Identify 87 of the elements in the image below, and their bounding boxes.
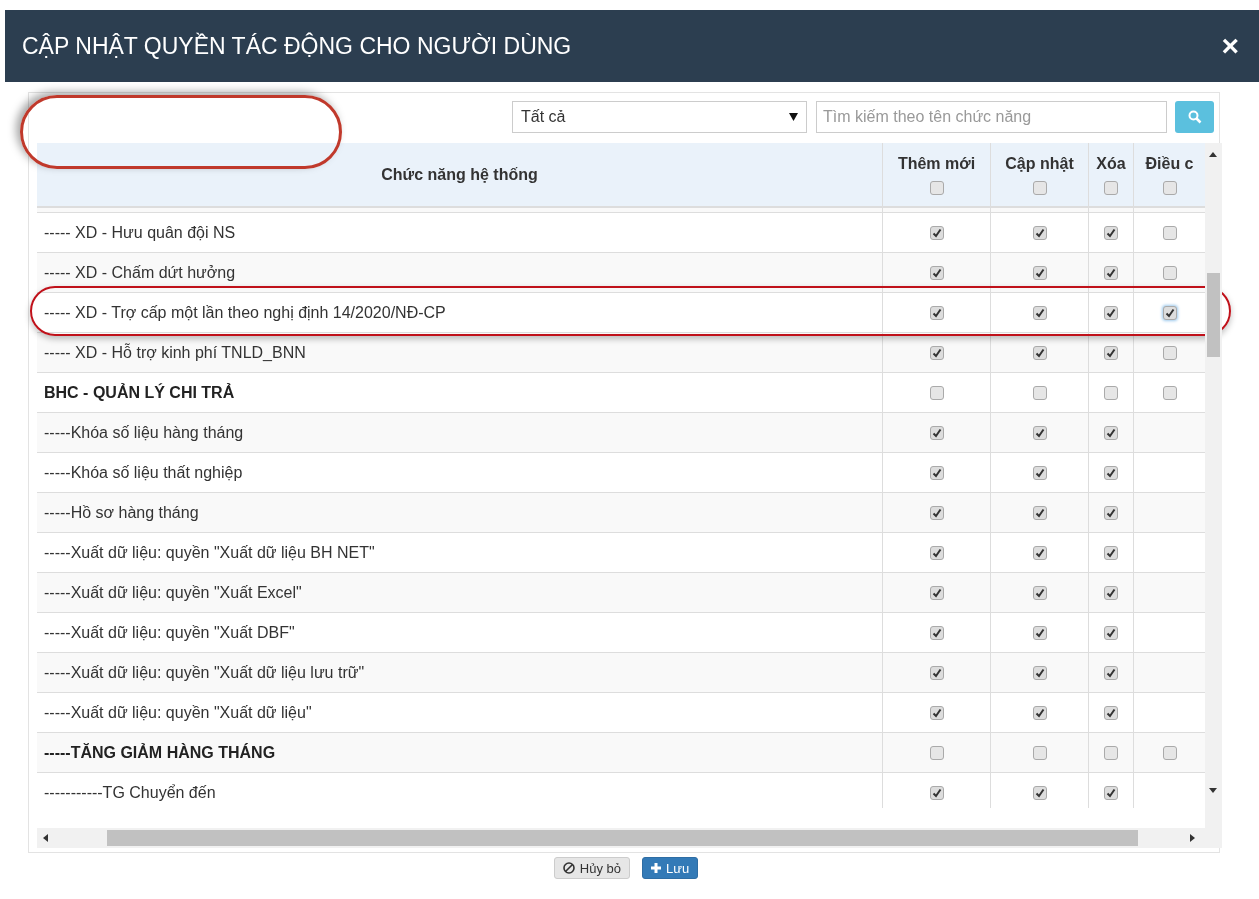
checkbox[interactable] [929,265,944,280]
checkbox[interactable] [929,180,944,195]
checkbox[interactable] [929,585,944,600]
function-name: -----------TG Chuyển đến [43,782,217,803]
checkbox[interactable] [1104,265,1118,280]
checkbox[interactable] [1162,180,1177,195]
filter-dropdown[interactable]: Tất cả [512,101,807,133]
column-header: Cập nhật [1005,154,1074,173]
function-name: BHC - QUẢN LÝ CHI TRẢ [43,382,236,403]
checkbox[interactable] [1104,425,1118,440]
checkbox[interactable] [929,465,944,480]
checkbox[interactable] [1104,745,1118,760]
save-button[interactable]: Lưu [642,857,699,879]
checkbox[interactable] [1104,625,1118,640]
checkbox[interactable] [1104,345,1118,360]
ban-icon [562,862,575,874]
checkbox[interactable] [1032,705,1047,720]
checkbox[interactable] [1104,505,1118,520]
checkbox[interactable] [1032,585,1047,600]
checkbox[interactable] [929,745,944,760]
function-name: ----- XD - Trợ cấp một lần theo nghị định 14/2020/NĐ-CP [43,302,447,323]
checkbox[interactable] [1032,505,1047,520]
checkbox[interactable] [1162,745,1177,760]
checkbox[interactable] [1032,305,1047,320]
vertical-scrollbar[interactable] [1205,143,1222,828]
column-header: Điều c [1145,154,1194,173]
function-name: ----- XD - Hỗ trợ kinh phí TNLD_BNN [43,342,307,363]
checkbox[interactable] [1104,225,1118,240]
function-name: -----Xuất dữ liệu: quyền "Xuất dữ liệu BH NET" [43,542,376,563]
function-name: -----Xuất dữ liệu: quyền "Xuất dữ liệu" [43,702,313,723]
horizontal-scrollbar[interactable] [37,828,1222,848]
checkbox[interactable] [1032,625,1047,640]
checkbox[interactable] [1032,225,1047,240]
search-icon [1187,110,1202,124]
plus-icon [651,863,661,873]
checkbox[interactable] [1104,585,1118,600]
function-name: -----Khóa số liệu thất nghiệp [43,462,244,483]
function-name: -----Hồ sơ hàng tháng [43,502,200,523]
checkbox[interactable] [929,545,944,560]
checkbox[interactable] [1162,345,1177,360]
function-name: -----TĂNG GIẢM HÀNG THÁNG [43,742,277,763]
checkbox[interactable] [929,305,944,320]
checkbox[interactable] [929,225,944,240]
checkbox[interactable] [1162,265,1177,280]
checkbox[interactable] [1162,225,1177,240]
cancel-button[interactable]: Hủy bỏ [553,857,630,879]
function-name: ----- XD - Hưu quân đội NS [43,222,237,243]
close-button[interactable]: × [1221,31,1239,61]
column-header: Thêm mới [897,154,976,173]
column-header: Xóa [1096,154,1126,173]
column-header: Chức năng hệ thống [381,165,538,184]
checkbox[interactable] [1104,705,1118,720]
checkbox[interactable] [1104,385,1118,400]
checkbox[interactable] [1032,665,1047,680]
checkbox[interactable] [1032,785,1047,800]
caret-icon [789,113,798,121]
checkbox[interactable] [929,625,944,640]
checkbox[interactable] [929,425,944,440]
function-name: -----Xuất dữ liệu: quyền "Xuất Excel" [43,582,303,603]
checkbox[interactable] [929,385,944,400]
checkbox[interactable] [1104,180,1118,195]
checkbox[interactable] [1104,785,1118,800]
checkbox[interactable] [1104,305,1118,320]
checkbox[interactable] [929,665,944,680]
checkbox[interactable] [929,785,944,800]
dialog-title: CẬP NHẬT QUYỀN TÁC ĐỘNG CHO NGƯỜI DÙNG [22,32,572,60]
checkbox[interactable] [1104,665,1118,680]
function-name: -----Xuất dữ liệu: quyền "Xuất dữ liệu lưu trữ" [43,662,366,683]
checkbox[interactable] [1032,265,1047,280]
checkbox[interactable] [1032,465,1047,480]
checkbox[interactable] [1032,425,1047,440]
function-name: -----Xuất dữ liệu: quyền "Xuất DBF" [43,622,296,643]
checkbox[interactable] [1032,385,1047,400]
checkbox[interactable] [1032,180,1047,195]
function-name: ----- XD - Chấm dứt hưởng [43,262,237,283]
checkbox[interactable] [1162,385,1177,400]
checkbox[interactable] [929,505,944,520]
function-name: -----Khóa số liệu hàng tháng [43,422,245,443]
checkbox[interactable] [1032,345,1047,360]
checkbox[interactable] [929,345,944,360]
checkbox[interactable] [1104,465,1118,480]
checkbox[interactable] [1162,305,1177,320]
checkbox[interactable] [929,705,944,720]
checkbox[interactable] [1032,545,1047,560]
checkbox[interactable] [1032,745,1047,760]
search-field[interactable]: Tìm kiếm theo tên chức năng [816,101,1167,133]
checkbox[interactable] [1104,545,1118,560]
